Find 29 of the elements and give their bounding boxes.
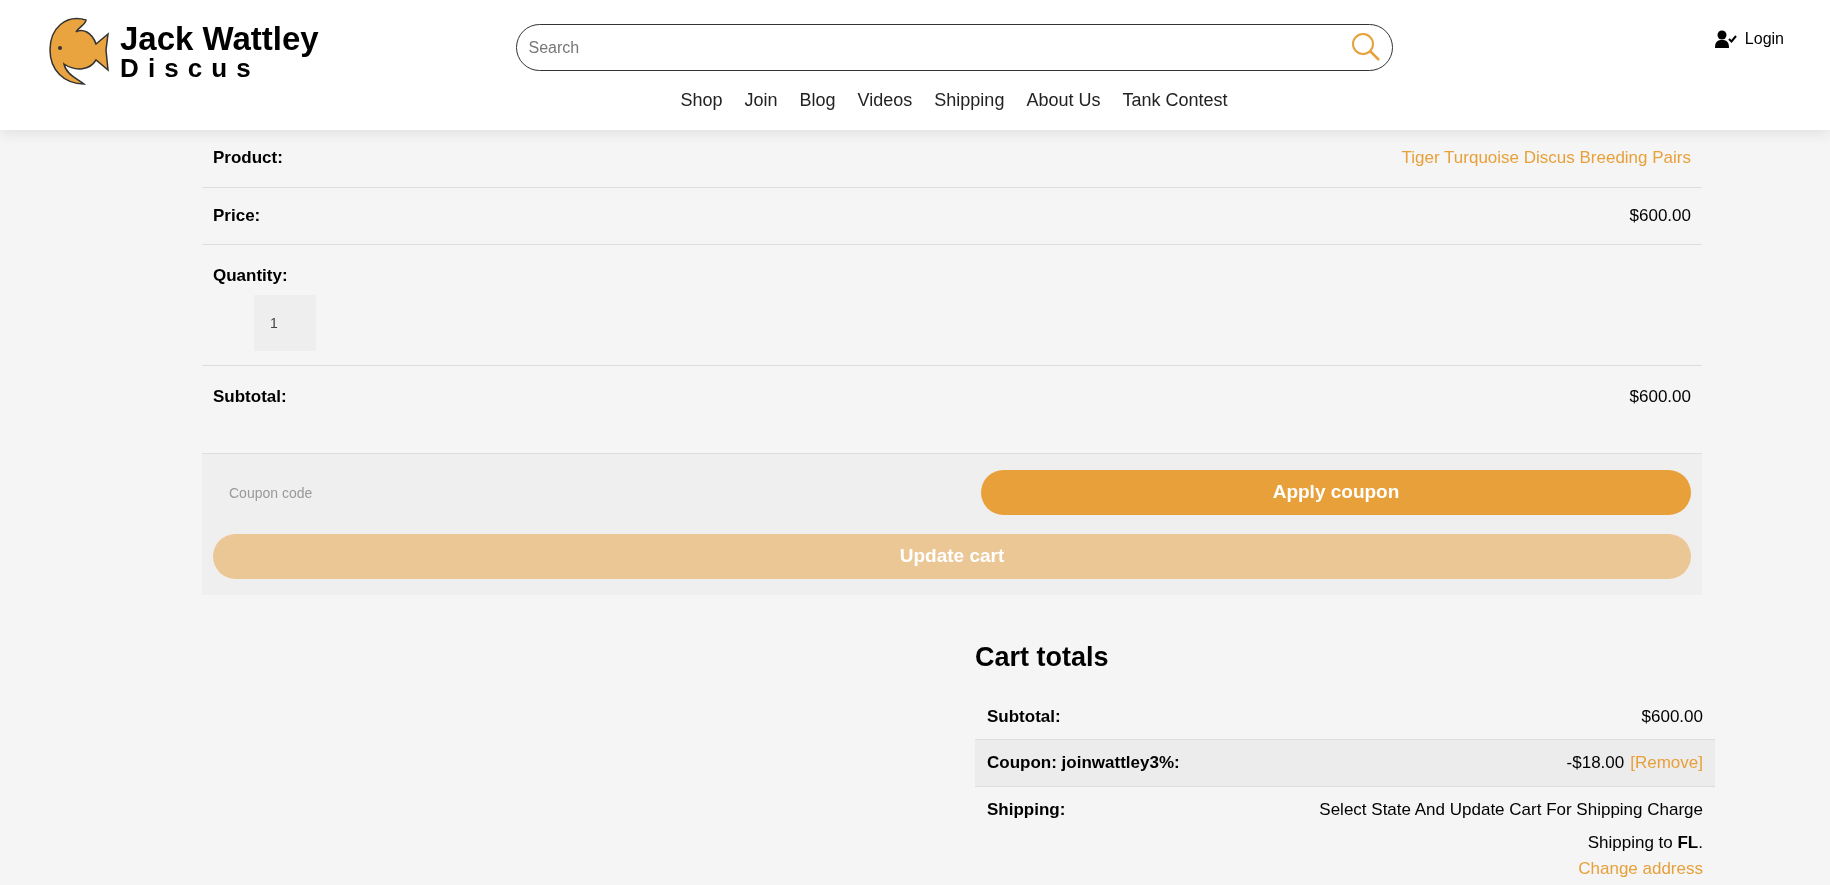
nav-link[interactable]: Blog xyxy=(799,87,836,114)
totals-label: Shipping: xyxy=(987,798,1066,821)
totals-label: Coupon: joinwattley3%: xyxy=(987,752,1180,774)
nav-link[interactable]: Join xyxy=(744,87,778,114)
row-label: Quantity: xyxy=(213,265,289,287)
logo-title: Jack Wattley xyxy=(120,21,319,55)
row-label: Subtotal: xyxy=(213,385,287,408)
nav-link[interactable]: Tank Contest xyxy=(1122,87,1228,114)
amount-text: $600.00 xyxy=(1641,705,1703,728)
nav-link[interactable]: Videos xyxy=(857,87,913,114)
quantity-field[interactable]: 1 xyxy=(254,294,316,351)
nav-link[interactable]: About Us xyxy=(1026,87,1101,114)
discount-amount: -$18.00 xyxy=(1566,752,1625,774)
row-label: Product: xyxy=(213,147,283,169)
login-link[interactable]: Login xyxy=(1714,28,1784,50)
search-icon[interactable] xyxy=(1350,32,1381,62)
amount-text: $600.00 xyxy=(1629,385,1691,408)
cart-totals-heading: Cart totals xyxy=(975,641,1110,674)
coupon-field[interactable]: Coupon code xyxy=(213,470,971,515)
nav-link[interactable]: Shipping xyxy=(934,87,1005,114)
row-label: Price: xyxy=(213,204,261,227)
amount-text: $600.00 xyxy=(1629,204,1691,227)
totals-label: Subtotal: xyxy=(987,705,1061,728)
shipping-text: Select State And Update Cart For Shipping Charge xyxy=(1319,798,1703,821)
search-field[interactable]: Search xyxy=(515,24,1393,71)
shipping-destination: Shipping to FL. xyxy=(1587,832,1703,854)
user-check-icon xyxy=(1714,30,1737,48)
nav-link[interactable]: Shop xyxy=(680,87,723,114)
logo-subtitle: Discus xyxy=(120,54,260,81)
